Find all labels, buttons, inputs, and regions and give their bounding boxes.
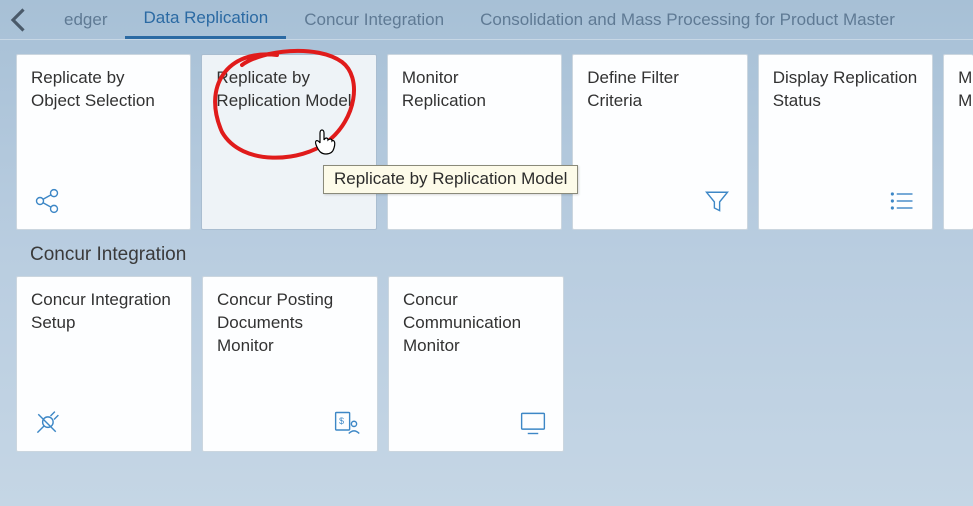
doc-person-icon: $ [333, 409, 361, 437]
tile-row-concur: Concur Integration Setup Concur Posting … [0, 276, 973, 452]
tile-title: Monitor Replication [402, 67, 547, 113]
filter-icon [703, 187, 731, 215]
tile-define-filter-criteria[interactable]: Define Filter Criteria [572, 54, 747, 230]
monitor-icon [519, 409, 547, 437]
tab-bar: edger Data Replication Concur Integratio… [0, 0, 973, 40]
share-icon [33, 187, 61, 215]
tile-monitor-replication[interactable]: Monitor Replication [387, 54, 562, 230]
tile-concur-posting-monitor[interactable]: Concur Posting Documents Monitor $ [202, 276, 378, 452]
tile-concur-setup[interactable]: Concur Integration Setup [16, 276, 192, 452]
tab-partial-left[interactable]: edger [34, 2, 125, 38]
plug-icon [33, 409, 61, 437]
tile-replicate-replication-model[interactable]: Replicate by Replication Model [201, 54, 376, 230]
tab-data-replication[interactable]: Data Replication [125, 0, 286, 39]
list-icon [888, 187, 916, 215]
chevron-left-icon [6, 6, 34, 34]
tile-title: Define Filter Criteria [587, 67, 732, 113]
tile-replicate-object-selection[interactable]: Replicate by Object Selection [16, 54, 191, 230]
tile-title: Concur Communication Monitor [403, 289, 549, 358]
tooltip: Replicate by Replication Model [323, 165, 578, 194]
svg-text:$: $ [339, 416, 344, 426]
tile-title: Concur Integration Setup [31, 289, 177, 335]
tab-concur-integration[interactable]: Concur Integration [286, 2, 462, 38]
tile-title: Concur Posting Documents Monitor [217, 289, 363, 358]
tile-row-data-replication: Replicate by Object Selection Replicate … [0, 54, 973, 230]
tile-title: Display Replication Status [773, 67, 918, 113]
tile-title: Ma Ma [958, 67, 959, 113]
group-title-concur: Concur Integration [0, 230, 973, 276]
tile-partial-right[interactable]: Ma Ma [943, 54, 973, 230]
tile-title: Replicate by Object Selection [31, 67, 176, 113]
tab-consolidation[interactable]: Consolidation and Mass Processing for Pr… [462, 2, 913, 38]
tile-display-replication-status[interactable]: Display Replication Status [758, 54, 933, 230]
tile-title: Replicate by Replication Model [216, 67, 361, 113]
nav-back-button[interactable] [6, 6, 34, 34]
tile-concur-comm-monitor[interactable]: Concur Communication Monitor [388, 276, 564, 452]
